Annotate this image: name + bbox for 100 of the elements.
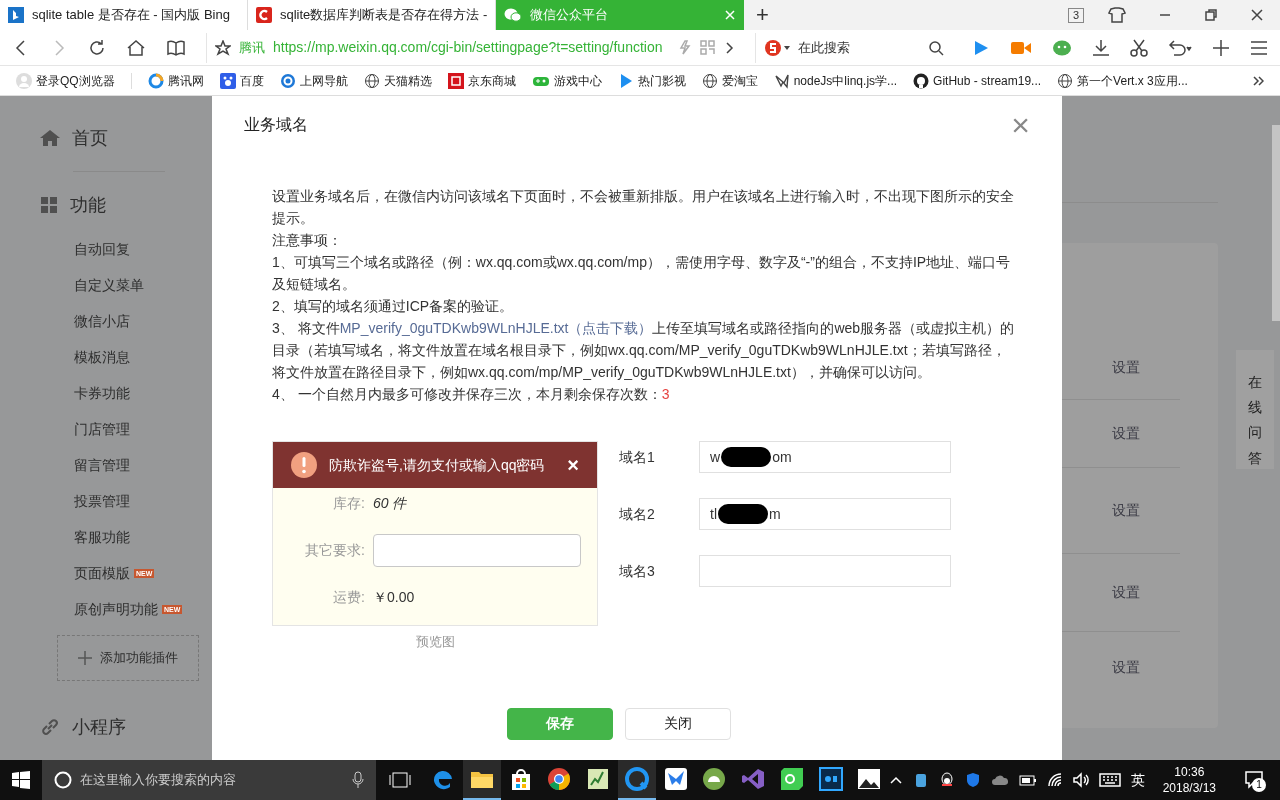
bookmark-link[interactable]: 第一个Vert.x 3应用... <box>1057 71 1188 90</box>
sidebar-item[interactable]: 自动回复 <box>74 231 212 267</box>
scrollbar[interactable] <box>1272 125 1280 321</box>
clock[interactable]: 10:36 2018/3/13 <box>1154 764 1225 796</box>
message-icon <box>1245 771 1264 789</box>
paragraph: 1、可填写三个域名或路径（例：wx.qq.com或wx.qq.com/mp），需使用字母、数字及“-”的组合，不支持IP地址、端口号及短链域名。 <box>272 253 1012 294</box>
home-icon[interactable] <box>126 38 146 57</box>
bookmark-link[interactable]: 热门影视 <box>617 71 686 90</box>
field-value: ￥0.00 <box>373 588 415 607</box>
chart-pad-icon[interactable] <box>586 767 611 791</box>
chevron-up-icon[interactable] <box>888 774 903 786</box>
sidebar-item[interactable]: 微信小店 <box>74 303 212 339</box>
download-icon[interactable] <box>1092 38 1110 57</box>
bookmark-link[interactable]: 上网导航 <box>279 71 348 90</box>
paragraph: 4、 一个自然月内最多可修改并保存三次，本月剩余保存次数：3 <box>272 385 671 404</box>
plus-icon[interactable] <box>1212 38 1230 57</box>
sidebar-item[interactable]: 模板消息 <box>74 339 212 375</box>
download-link[interactable]: MP_verify_0guTDKwb9WLnHJLE.txt（点击下载） <box>339 320 653 336</box>
bookmark-link[interactable]: 百度 <box>219 71 264 90</box>
star-icon[interactable] <box>215 39 231 56</box>
settings-link[interactable]: 设置 <box>1112 656 1140 678</box>
bird-icon[interactable] <box>663 767 688 791</box>
bookmark-link[interactable]: 爱淘宝 <box>701 71 758 90</box>
cloud-icon[interactable] <box>990 773 1009 787</box>
mountain-picture-icon[interactable] <box>857 768 882 790</box>
domain-field[interactable] <box>699 555 951 587</box>
ps-logo-icon[interactable] <box>818 767 843 791</box>
task-view-icon[interactable] <box>388 772 411 788</box>
input-method-label[interactable]: 英 <box>1130 769 1145 791</box>
search-field[interactable]: 在这里输入你要搜索的内容 <box>42 760 376 800</box>
bookmark-link[interactable]: 天猫精选 <box>363 71 432 90</box>
undo-icon[interactable] <box>1168 38 1192 57</box>
text-field[interactable] <box>373 534 581 567</box>
bookmark-link[interactable]: 京东商城 <box>447 71 516 90</box>
search-icon[interactable] <box>928 39 944 56</box>
windows-logo-icon[interactable] <box>12 771 30 789</box>
shirt-icon[interactable] <box>1108 6 1126 24</box>
field-label: 库存: <box>332 494 365 513</box>
bookmark-link[interactable]: GitHub - stream19... <box>913 71 1042 90</box>
sidebar-section[interactable]: 小程序 <box>40 711 212 743</box>
c-logo-icon <box>256 7 272 23</box>
microphone-icon[interactable] <box>351 771 364 789</box>
search-field[interactable]: 在此搜索 <box>754 32 944 63</box>
sidebar-item[interactable]: 客服功能 <box>74 519 212 555</box>
wifi-icon[interactable] <box>1046 772 1063 788</box>
chat-bubble-icon[interactable] <box>1052 38 1072 57</box>
battery-icon[interactable] <box>1018 773 1037 787</box>
browser-tab[interactable]: sqlite table 是否存在 - 国内版 Bing <box>0 0 248 30</box>
settings-link[interactable]: 设置 <box>1112 357 1140 378</box>
settings-link[interactable]: 设置 <box>1112 582 1140 603</box>
close-icon[interactable] <box>1250 8 1264 22</box>
reload-icon[interactable] <box>88 38 106 57</box>
q-logo-icon[interactable] <box>779 767 804 791</box>
bookmark-link[interactable]: nodeJs中linq.js学... <box>773 71 898 90</box>
add-plugin-button[interactable]: 添加功能插件 <box>57 635 199 681</box>
scissors-icon[interactable] <box>1130 38 1148 57</box>
b-logo-icon <box>8 7 24 23</box>
v-shape-icon <box>773 72 790 89</box>
chat-bubble-icon <box>504 7 522 23</box>
android-icon[interactable] <box>702 767 727 791</box>
bookmark-link[interactable]: 腾讯网 <box>147 71 204 90</box>
shield-icon[interactable] <box>964 772 981 788</box>
close-button[interactable]: 关闭 <box>625 707 731 740</box>
menu-icon[interactable] <box>1250 38 1268 57</box>
sidebar-section[interactable]: 首页 <box>40 122 212 154</box>
search-engine-icon[interactable] <box>763 38 790 57</box>
settings-link[interactable]: 设置 <box>1112 423 1140 444</box>
domain-field[interactable]: w om <box>699 441 951 473</box>
domain-field[interactable]: tl m <box>699 498 951 530</box>
restore-icon[interactable] <box>1204 8 1218 22</box>
sidebar-item[interactable]: 留言管理 <box>74 447 212 483</box>
notification-button[interactable]: 1 <box>1234 760 1275 800</box>
help-button[interactable]: 在线问答 <box>1236 350 1274 469</box>
bookmark-link[interactable]: 登录QQ浏览器 <box>16 71 115 90</box>
close-button[interactable]: × <box>567 455 579 475</box>
browser-tab[interactable]: sqlite数据库判断表是否存在得方法 - <box>248 0 496 30</box>
settings-link[interactable]: 设置 <box>1112 500 1140 521</box>
book-icon[interactable] <box>166 38 186 57</box>
exclamation-icon <box>291 452 317 478</box>
keyboard-icon[interactable] <box>1098 772 1121 788</box>
home-icon <box>40 129 60 147</box>
notification-count: 1 <box>1252 778 1267 792</box>
field-label: 域名1 <box>619 447 656 467</box>
speaker-icon[interactable] <box>1072 772 1089 788</box>
sidebar-section[interactable]: 功能 <box>40 189 212 221</box>
sidebar-item[interactable]: 门店管理 <box>74 411 212 447</box>
e-logo-icon <box>279 72 296 89</box>
ribbon-logo-icon[interactable] <box>741 767 766 791</box>
close-button[interactable]: × <box>1011 109 1030 141</box>
sidebar-item[interactable]: 自定义菜单 <box>74 267 212 303</box>
sidebar-item[interactable]: 卡券功能 <box>74 375 212 411</box>
double-chevron-icon[interactable] <box>1252 74 1264 87</box>
chrome-icon[interactable] <box>547 767 572 791</box>
play-icon[interactable] <box>972 38 990 57</box>
sidebar-item[interactable]: 投票管理 <box>74 483 212 519</box>
new-tab-button[interactable]: + <box>744 0 781 30</box>
paragraph: 设置业务域名后，在微信内访问该域名下页面时，不会被重新排版。用户在该域名上进行输入时，不出现下图所示的安全提示。 <box>272 187 1015 228</box>
shopping-bag-icon[interactable] <box>509 767 532 791</box>
bookmark-link[interactable]: 游戏中心 <box>531 71 602 90</box>
ring-icon <box>147 72 164 89</box>
